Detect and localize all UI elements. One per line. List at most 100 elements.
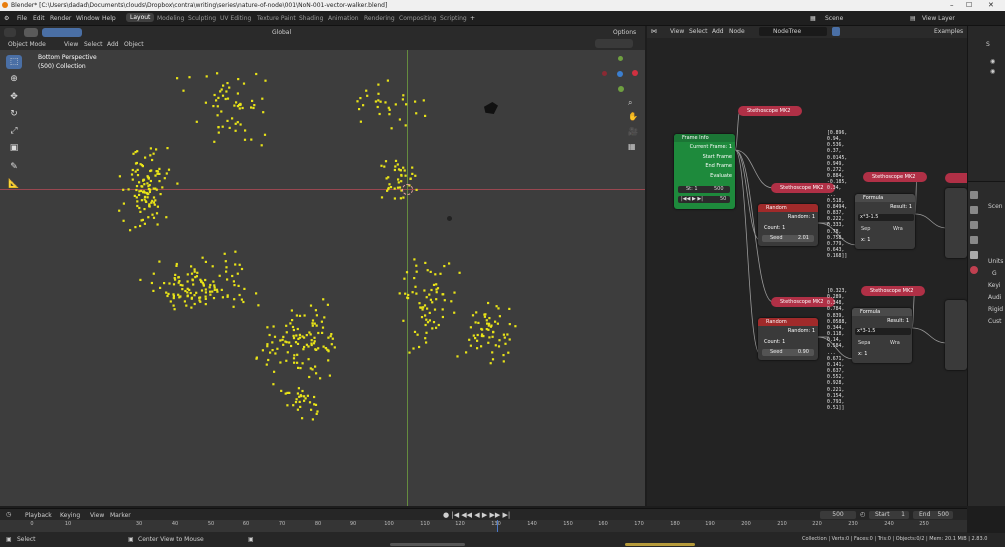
viewport-menu-view[interactable]: View (64, 41, 78, 48)
menu-window[interactable]: Window (76, 15, 100, 22)
gizmo-z-icon[interactable] (618, 56, 623, 61)
tab-shading[interactable]: Shading (299, 15, 323, 22)
frame-playback-field[interactable]: |◀◀ ▶ ▶| 50 (678, 196, 730, 203)
measure-icon[interactable]: 📐 (6, 177, 22, 191)
seed-field[interactable]: Seed 2.01 (762, 235, 814, 242)
maximize-icon[interactable]: ☐ (966, 1, 972, 9)
select-mode-button[interactable] (24, 28, 38, 37)
properties-panel[interactable]: S ◉ ◉ Scen Units G Keyi Audi Rigid Cust (967, 26, 1005, 506)
separate-checkbox[interactable]: Sep (861, 226, 870, 232)
frame-info-node[interactable]: Frame Info Current Frame: 1 Start Frame … (674, 134, 735, 209)
tab-scripting[interactable]: Scripting (440, 15, 467, 22)
view-layer-tab-icon[interactable] (970, 236, 978, 244)
transform-icon[interactable]: ▣ (6, 141, 22, 155)
outliner-scene-item[interactable]: S (986, 41, 990, 48)
eye-icon[interactable]: ◉ (990, 58, 995, 65)
random-node-2[interactable]: Random Random: 1 Count: 1 Seed 0.90 (758, 318, 818, 360)
viewport-shading-buttons[interactable] (595, 39, 633, 48)
navigation-gizmo[interactable] (598, 52, 644, 96)
viewport-menu-object[interactable]: Object (124, 41, 144, 48)
scene-selector[interactable]: Scene (825, 15, 843, 22)
gizmo-ny-icon[interactable] (618, 86, 624, 92)
grid-view-icon[interactable]: ▦ (628, 142, 636, 151)
stethoscope-node-4[interactable]: Stethoscope MK2 (771, 297, 835, 307)
node-editor[interactable]: Frame Info Current Frame: 1 Start Frame … (647, 38, 967, 506)
separate-checkbox[interactable]: Sepa (858, 340, 871, 346)
stethoscope-node-5[interactable]: Stethoscope MK2 (861, 286, 925, 296)
pan-hand-icon[interactable]: ✋ (628, 112, 638, 121)
object-mode-selector[interactable]: Object Mode (8, 41, 46, 48)
tab-uv-editing[interactable]: UV Editing (220, 15, 251, 22)
blender-menu-icon[interactable]: ⚙ (4, 15, 9, 22)
node-menu-select[interactable]: Select (689, 28, 708, 35)
tab-rendering[interactable]: Rendering (364, 15, 395, 22)
3d-viewport[interactable]: Bottom Perspective (500) Collection ⬚ ⊕ … (0, 50, 645, 506)
examples-button[interactable]: Examples (934, 28, 963, 35)
frame-range-field[interactable]: St: 1 500 (678, 186, 730, 193)
world-tab-icon[interactable] (970, 266, 978, 274)
properties-custom[interactable]: Cust (988, 318, 1001, 325)
node-menu-add[interactable]: Add (712, 28, 724, 35)
global-orientation[interactable]: Global (272, 29, 291, 36)
tab-sculpting[interactable]: Sculpting (188, 15, 216, 22)
formula-expression-field[interactable]: x*3-1.5 (855, 328, 911, 335)
select-box-icon[interactable]: ⬚ (6, 55, 22, 69)
viewport-menu-select[interactable]: Select (84, 41, 103, 48)
tab-compositing[interactable]: Compositing (399, 15, 437, 22)
stethoscope-node-1[interactable]: Stethoscope MK2 (738, 106, 802, 116)
node-tree-name[interactable]: NodeTree (773, 28, 801, 35)
cursor-icon[interactable]: ⊕ (6, 72, 22, 86)
output-tab-icon[interactable] (970, 221, 978, 229)
node-menu-node[interactable]: Node (729, 28, 745, 35)
menu-render[interactable]: Render (50, 15, 71, 22)
fake-user-icon[interactable] (832, 27, 840, 36)
move-icon[interactable]: ✥ (6, 90, 22, 104)
minimize-icon[interactable]: – (950, 1, 954, 9)
node-editor-type-icon[interactable]: ⋈ (651, 28, 657, 35)
formula-expression-field[interactable]: x*3-1.5 (858, 214, 914, 221)
gizmo-y-icon[interactable] (617, 71, 623, 77)
close-icon[interactable]: ✕ (988, 1, 994, 9)
properties-tab-scene[interactable]: Scen (988, 203, 1003, 210)
view-layer-selector[interactable]: View Layer (922, 15, 955, 22)
gizmo-x-icon[interactable] (632, 70, 638, 76)
stethoscope-node-6[interactable] (945, 173, 967, 183)
menu-edit[interactable]: Edit (33, 15, 45, 22)
properties-audio[interactable]: Audi (988, 294, 1001, 301)
properties-gravity[interactable]: G (992, 270, 997, 277)
properties-rigid[interactable]: Rigid (988, 306, 1003, 313)
annotate-icon[interactable]: ✎ (6, 160, 22, 174)
tool-tab-icon[interactable] (970, 191, 978, 199)
properties-keying[interactable]: Keyi (988, 282, 1001, 289)
eye-icon[interactable]: ◉ (990, 68, 995, 75)
tab-modeling[interactable]: Modeling (157, 15, 184, 22)
camera-view-icon[interactable]: 🎥 (628, 127, 638, 136)
tab-animation[interactable]: Animation (328, 15, 359, 22)
frame-playback-icons[interactable]: |◀◀ ▶ ▶| (681, 196, 703, 202)
random-node-1[interactable]: Random Random: 1 Count: 1 Seed 2.01 (758, 204, 818, 246)
properties-units[interactable]: Units (988, 258, 1003, 265)
render-tab-icon[interactable] (970, 206, 978, 214)
wrap-checkbox[interactable]: Wra (893, 226, 903, 232)
formula-node-2[interactable]: Formula Result: 1 x*3-1.5 Sepa Wra x: 1 (852, 308, 912, 363)
wrap-checkbox[interactable]: Wra (890, 340, 900, 346)
stethoscope-node-3[interactable]: Stethoscope MK2 (863, 172, 927, 182)
formula-node-1[interactable]: Formula Result: 1 x*3-1.5 Sep Wra x: 1 (855, 194, 915, 249)
scene-tab-icon[interactable] (970, 251, 978, 259)
partial-node-2[interactable] (945, 300, 967, 370)
selection-modes[interactable] (42, 28, 82, 37)
rotate-icon[interactable]: ↻ (6, 107, 22, 121)
menu-file[interactable]: File (17, 15, 27, 22)
seed-field[interactable]: Seed 0.90 (762, 349, 814, 356)
options-button[interactable]: Options (613, 29, 636, 36)
stethoscope-node-2[interactable]: Stethoscope MK2 (771, 183, 835, 193)
gizmo-nx-icon[interactable] (602, 71, 607, 76)
editor-type-button[interactable] (4, 28, 16, 37)
menu-help[interactable]: Help (102, 15, 116, 22)
add-workspace-button[interactable]: + (470, 15, 475, 22)
zoom-icon[interactable]: ⌕ (628, 98, 632, 108)
node-menu-view[interactable]: View (670, 28, 684, 35)
timeline[interactable]: ◷ Playback Keying View Marker ● |◀ ◀◀ ◀ … (0, 508, 967, 533)
tab-texture-paint[interactable]: Texture Paint (257, 15, 296, 22)
viewport-menu-add[interactable]: Add (107, 41, 119, 48)
